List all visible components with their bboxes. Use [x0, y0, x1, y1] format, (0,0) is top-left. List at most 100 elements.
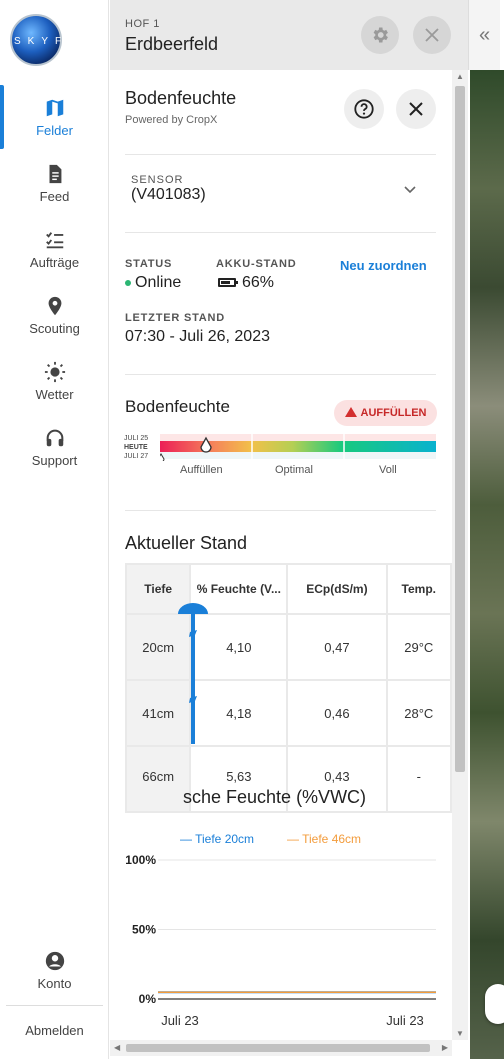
nav-label: Feed [39, 189, 70, 204]
divider [125, 232, 436, 233]
soil-moisture-panel: Bodenfeuchte Powered by CropX SENSOR (V4… [110, 70, 452, 1040]
location-pin-icon [48, 296, 61, 316]
moisture-section-title: Bodenfeuchte [125, 397, 230, 416]
legend-label: Tiefe 20cm [195, 832, 255, 846]
gear-icon [373, 27, 388, 43]
sidebar-nav: SKYFLD Felder Feed Aufträge Scouting Wet… [0, 0, 109, 1059]
scroll-right-arrow[interactable]: ▶ [442, 1043, 448, 1052]
settings-button[interactable] [361, 16, 399, 54]
table-header-row: Tiefe % Feuchte (V... ECp(dS/m) Temp. [124, 563, 452, 615]
date-label: JULI 25 [124, 435, 149, 442]
map-control-button[interactable] [485, 984, 504, 1024]
legend-item-46cm[interactable]: — Tiefe 46cm [287, 832, 361, 846]
scroll-up-arrow[interactable]: ▲ [456, 72, 464, 81]
soil-moisture-history-chart: 100% 50% 0% Juli 23 Juli 23 [125, 853, 436, 1028]
last-update-label: LETZTER STAND [125, 312, 226, 324]
x-tick-label: Juli 23 [161, 1013, 199, 1028]
scrollbar-thumb[interactable] [455, 86, 465, 772]
close-panel-button[interactable] [396, 89, 436, 129]
status-label: STATUS [125, 258, 173, 270]
legend-label: Tiefe 46cm [302, 832, 362, 846]
panel-title: Bodenfeuchte [125, 88, 237, 108]
scroll-left-arrow[interactable]: ◀ [114, 1043, 120, 1052]
y-tick-label: 100% [125, 853, 156, 867]
nav-item-support[interactable]: Support [0, 427, 109, 487]
help-icon [354, 99, 374, 119]
nav-label: Support [31, 453, 78, 468]
current-status-title: Aktueller Stand [125, 533, 248, 553]
nav-item-wetter[interactable]: Wetter [0, 361, 109, 421]
battery-icon [218, 278, 238, 288]
nav-item-scouting[interactable]: Scouting [0, 295, 109, 355]
nav-label: Wetter [35, 387, 74, 402]
divider [125, 374, 436, 375]
date-label: JULI 27 [124, 453, 149, 460]
logo-text: SKYFLD [14, 36, 95, 47]
battery-value: 66% [218, 274, 274, 292]
powered-by: Powered by CropX [125, 114, 218, 126]
y-tick-label: 0% [139, 992, 157, 1006]
vertical-scrollbar[interactable]: ▲ ▼ [452, 70, 468, 1040]
farm-name: HOF 1 [125, 18, 160, 30]
close-field-button[interactable] [413, 16, 451, 54]
divider [125, 154, 436, 155]
warning-icon [344, 407, 357, 417]
nav-item-feed[interactable]: Feed [0, 163, 109, 223]
moisture-scale-dates: JULI 25 HEUTE JULI 27 [124, 434, 148, 461]
last-update-value: 07:30 - Juli 26, 2023 [125, 328, 270, 345]
column-header[interactable]: ECp(dS/m) [286, 563, 388, 615]
online-dot [125, 279, 131, 286]
skyfld-logo[interactable]: SKYFLD [8, 14, 104, 68]
moisture-gauge [160, 433, 436, 461]
nav-item-auftraege[interactable]: Aufträge [0, 229, 109, 289]
table-row: 20cm 4,10 0,47 29°C [124, 613, 452, 681]
sensor-select[interactable]: SENSOR (V401083) [110, 160, 452, 220]
nav-label: Konto [37, 976, 72, 991]
sensor-label: SENSOR [131, 174, 184, 186]
battery-label: AKKU-STAND [216, 258, 297, 270]
refill-status-badge: AUFFÜLLEN [334, 400, 437, 426]
ecp-cell: 0,46 [286, 679, 388, 747]
ecp-cell: 0,47 [286, 613, 388, 681]
field-header: HOF 1 Erdbeerfeld [110, 0, 468, 70]
sun-icon [44, 361, 65, 383]
scale-label-refill: Auffüllen [180, 464, 223, 476]
y-tick-label: 50% [132, 923, 156, 937]
legend-item-20cm[interactable]: — Tiefe 20cm [180, 832, 254, 846]
close-icon [409, 102, 423, 116]
status-text: Online [135, 274, 182, 291]
battery-text: 66% [242, 274, 275, 291]
scrollbar-thumb[interactable] [126, 1044, 430, 1052]
scale-label-full: Voll [379, 464, 397, 476]
nav-item-felder[interactable]: Felder [0, 97, 109, 157]
checklist-icon [45, 232, 63, 249]
temp-cell: 28°C [385, 679, 452, 747]
help-button[interactable] [344, 89, 384, 129]
nav-divider [6, 1005, 103, 1006]
logout-link[interactable]: Abmelden [0, 1023, 109, 1038]
status-value: Online [125, 274, 181, 292]
reassign-link[interactable]: Neu zuordnen [340, 258, 427, 273]
close-icon [425, 28, 439, 42]
account-circle-icon [45, 951, 64, 971]
nav-item-konto[interactable]: Konto [0, 950, 109, 1010]
temp-cell: 29°C [385, 613, 452, 681]
badge-text: AUFFÜLLEN [360, 407, 427, 419]
date-label-today: HEUTE [124, 444, 148, 451]
horizontal-scrollbar[interactable]: ◀ ▶ [110, 1040, 452, 1056]
x-tick-label: Juli 23 [386, 1013, 424, 1028]
temp-cell: - [385, 745, 452, 813]
satellite-map[interactable] [470, 70, 504, 1059]
headset-icon [46, 429, 63, 447]
history-chart-title: sche Feuchte (%VWC) [183, 787, 367, 807]
current-readings-table: Tiefe % Feuchte (V... ECp(dS/m) Temp. 20… [124, 563, 452, 813]
map-icon [46, 99, 63, 117]
field-name: Erdbeerfeld [125, 34, 219, 54]
depth-cell: 66cm [124, 745, 192, 813]
nav-label: Aufträge [29, 255, 80, 270]
scroll-down-arrow[interactable]: ▼ [456, 1029, 464, 1038]
column-header[interactable]: Temp. [385, 563, 452, 615]
collapse-panel-button[interactable]: « [468, 0, 500, 70]
nav-label: Scouting [29, 321, 80, 336]
document-icon [49, 164, 61, 184]
